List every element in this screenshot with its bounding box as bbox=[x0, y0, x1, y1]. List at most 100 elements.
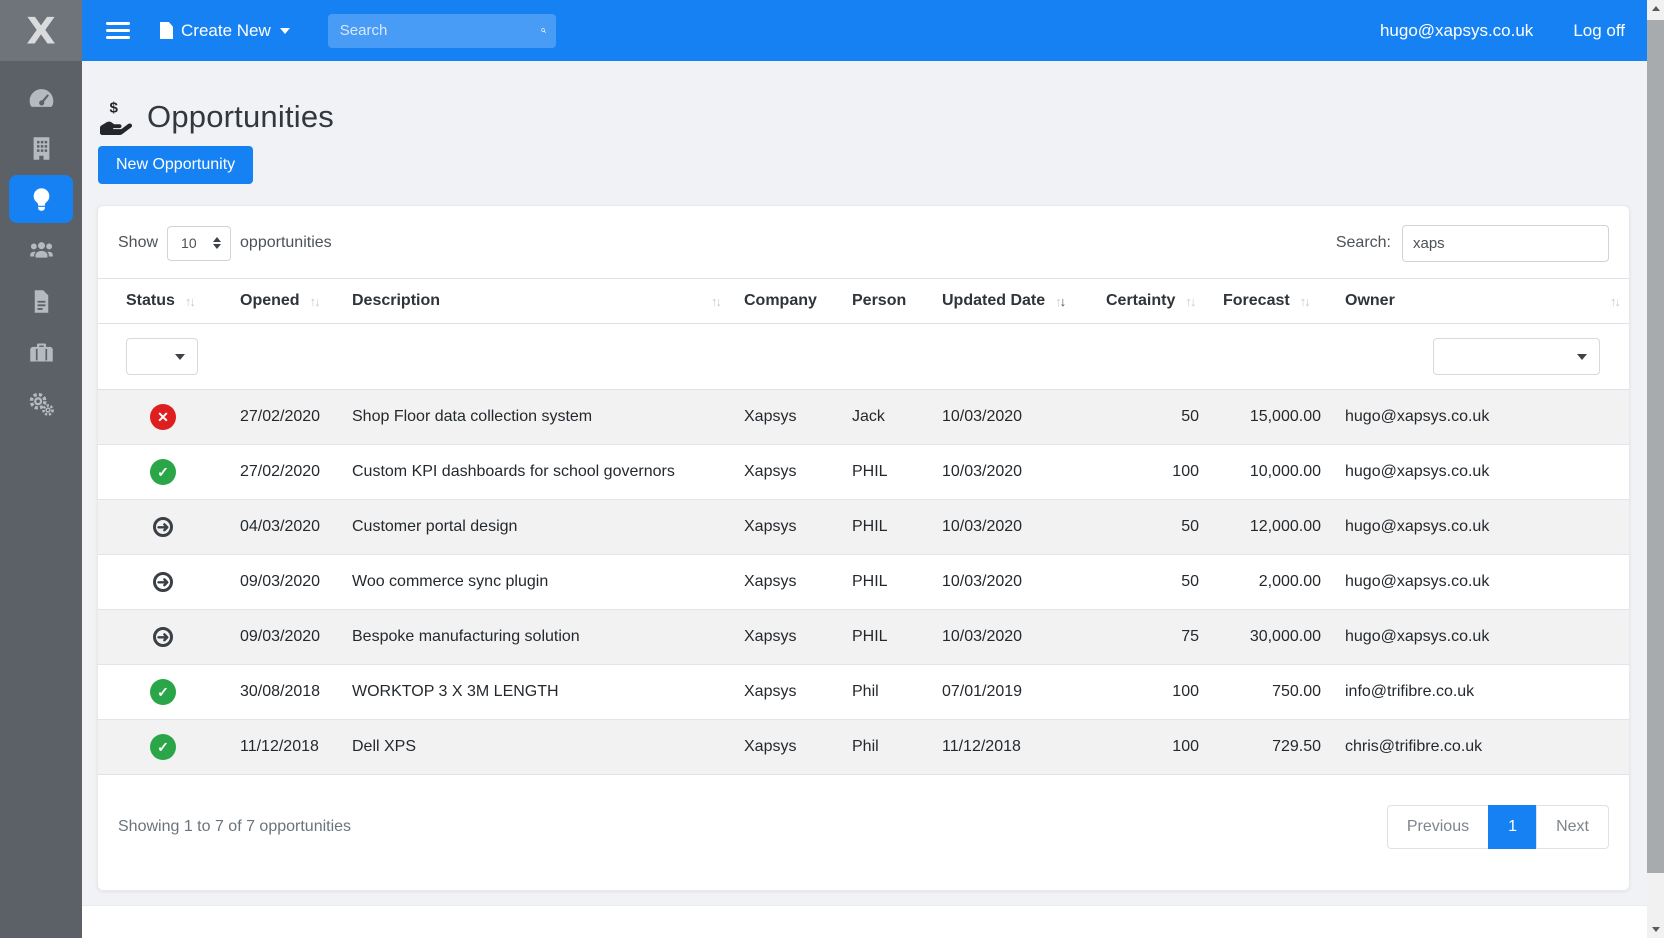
description-cell: Shop Floor data collection system bbox=[340, 390, 732, 445]
description-cell: WORKTOP 3 X 3M LENGTH bbox=[340, 665, 732, 720]
sort-arrows-icon[interactable]: ↑↓ bbox=[185, 294, 194, 309]
create-new-dropdown[interactable]: Create New bbox=[160, 21, 290, 41]
table-row[interactable]: ➜09/03/2020Woo commerce sync pluginXapsy… bbox=[98, 555, 1630, 610]
opened-cell: 09/03/2020 bbox=[228, 555, 340, 610]
sort-arrows-icon[interactable]: ↑↓ bbox=[1300, 294, 1309, 309]
next-page-button[interactable]: Next bbox=[1536, 805, 1609, 849]
forecast-cell: 2,000.00 bbox=[1211, 555, 1333, 610]
page-1-button[interactable]: 1 bbox=[1488, 805, 1537, 849]
results-summary: Showing 1 to 7 of 7 opportunities bbox=[118, 818, 351, 836]
certainty-cell: 75 bbox=[1094, 610, 1211, 665]
column-header-owner[interactable]: Owner↑↓ bbox=[1333, 279, 1630, 324]
sidebar-item-companies[interactable] bbox=[0, 124, 82, 172]
filter-cell bbox=[732, 324, 840, 390]
table-search-input[interactable] bbox=[1402, 225, 1609, 262]
vertical-scrollbar[interactable] bbox=[1647, 0, 1664, 938]
forecast-cell: 10,000.00 bbox=[1211, 445, 1333, 500]
sort-arrows-icon[interactable]: ↑↓ bbox=[1055, 294, 1064, 309]
show-label: Show bbox=[118, 234, 158, 252]
table-row[interactable]: ✓30/08/2018WORKTOP 3 X 3M LENGTHXapsysPh… bbox=[98, 665, 1630, 720]
page-length-select[interactable]: 10 bbox=[167, 226, 231, 261]
table-row[interactable]: ✓11/12/2018Dell XPSXapsysPhil11/12/20181… bbox=[98, 720, 1630, 775]
global-search-box bbox=[328, 14, 556, 48]
sort-arrows-icon[interactable]: ↑↓ bbox=[1610, 294, 1619, 309]
owner-cell: hugo@xapsys.co.uk bbox=[1333, 555, 1630, 610]
status-cell: ✕ bbox=[98, 390, 228, 445]
column-header-updated-date[interactable]: Updated Date↑↓ bbox=[930, 279, 1094, 324]
pagination: Previous 1 Next bbox=[1387, 805, 1609, 849]
column-header-forecast[interactable]: Forecast↑↓ bbox=[1211, 279, 1333, 324]
updated-date-cell: 10/03/2020 bbox=[930, 500, 1094, 555]
dropdown-caret-icon bbox=[175, 354, 185, 360]
opportunities-card: Show 10 opportunities Search: Status↑↓Op… bbox=[97, 205, 1630, 891]
company-cell: Xapsys bbox=[732, 665, 840, 720]
sort-arrows-icon[interactable]: ↑↓ bbox=[711, 294, 720, 309]
arrow-circle-right-icon: ➜ bbox=[153, 572, 173, 592]
sidebar-item-contacts[interactable] bbox=[0, 226, 82, 274]
filter-cell bbox=[1094, 324, 1211, 390]
column-header-certainty[interactable]: Certainty↑↓ bbox=[1094, 279, 1211, 324]
previous-page-button[interactable]: Previous bbox=[1387, 805, 1489, 849]
person-cell: Phil bbox=[840, 665, 930, 720]
status-filter-select[interactable] bbox=[126, 338, 198, 375]
sidebar-item-dashboard[interactable] bbox=[0, 73, 82, 121]
opened-cell: 04/03/2020 bbox=[228, 500, 340, 555]
column-header-opened[interactable]: Opened↑↓ bbox=[228, 279, 340, 324]
new-opportunity-button[interactable]: New Opportunity bbox=[98, 146, 253, 184]
gears-icon bbox=[28, 390, 55, 417]
hand-holding-usd-icon: $ bbox=[97, 99, 139, 135]
description-cell: Custom KPI dashboards for school governo… bbox=[340, 445, 732, 500]
owner-cell: chris@trifibre.co.uk bbox=[1333, 720, 1630, 775]
opened-cell: 27/02/2020 bbox=[228, 390, 340, 445]
arrow-circle-right-icon: ➜ bbox=[153, 517, 173, 537]
table-row[interactable]: ✓27/02/2020Custom KPI dashboards for sch… bbox=[98, 445, 1630, 500]
status-cell: ➜ bbox=[98, 500, 228, 555]
times-circle-icon: ✕ bbox=[150, 404, 176, 430]
document-icon bbox=[160, 22, 173, 39]
sidebar-nav bbox=[0, 61, 82, 938]
dropdown-caret-icon bbox=[1577, 354, 1587, 360]
filter-cell bbox=[1333, 324, 1630, 390]
certainty-cell: 100 bbox=[1094, 665, 1211, 720]
sort-arrows-icon[interactable]: ↑↓ bbox=[310, 294, 319, 309]
show-suffix-label: opportunities bbox=[240, 234, 332, 252]
updated-date-cell: 10/03/2020 bbox=[930, 555, 1094, 610]
log-off-link[interactable]: Log off bbox=[1573, 21, 1625, 41]
sort-arrows-icon[interactable]: ↑↓ bbox=[1185, 294, 1194, 309]
chevron-down-icon bbox=[280, 28, 290, 34]
sidebar-item-opportunities[interactable] bbox=[9, 175, 73, 223]
users-icon bbox=[28, 237, 55, 264]
forecast-cell: 12,000.00 bbox=[1211, 500, 1333, 555]
column-header-status[interactable]: Status↑↓ bbox=[98, 279, 228, 324]
scroll-down-icon[interactable] bbox=[1647, 921, 1664, 938]
user-email[interactable]: hugo@xapsys.co.uk bbox=[1380, 21, 1533, 41]
person-cell: PHIL bbox=[840, 555, 930, 610]
column-header-description[interactable]: Description↑↓ bbox=[340, 279, 732, 324]
briefcase-icon bbox=[28, 339, 55, 366]
scrollbar-thumb[interactable] bbox=[1647, 20, 1664, 873]
sidebar-item-documents[interactable] bbox=[0, 277, 82, 325]
description-cell: Customer portal design bbox=[340, 500, 732, 555]
updated-date-cell: 07/01/2019 bbox=[930, 665, 1094, 720]
check-circle-icon: ✓ bbox=[150, 734, 176, 760]
main-content: $ Opportunities New Opportunity Show 10 … bbox=[82, 61, 1647, 905]
filter-cell bbox=[930, 324, 1094, 390]
brand-x-icon: X bbox=[26, 10, 55, 52]
sidebar-item-settings[interactable] bbox=[0, 379, 82, 427]
app-logo[interactable]: X bbox=[0, 0, 82, 61]
scroll-up-icon[interactable] bbox=[1647, 0, 1664, 17]
table-row[interactable]: ➜09/03/2020Bespoke manufacturing solutio… bbox=[98, 610, 1630, 665]
search-icon[interactable] bbox=[541, 22, 546, 39]
owner-cell: hugo@xapsys.co.uk bbox=[1333, 610, 1630, 665]
certainty-cell: 50 bbox=[1094, 390, 1211, 445]
filter-cell bbox=[98, 324, 228, 390]
owner-filter-select[interactable] bbox=[1433, 338, 1600, 375]
table-row[interactable]: ✕ 27/02/2020Shop Floor data collection sy… bbox=[98, 390, 1630, 445]
filter-cell bbox=[840, 324, 930, 390]
sidebar-item-projects[interactable] bbox=[0, 328, 82, 376]
menu-toggle-icon[interactable] bbox=[106, 18, 130, 43]
global-search-input[interactable] bbox=[338, 21, 541, 40]
person-cell: PHIL bbox=[840, 500, 930, 555]
description-cell: Woo commerce sync plugin bbox=[340, 555, 732, 610]
table-row[interactable]: ➜04/03/2020Customer portal designXapsysP… bbox=[98, 500, 1630, 555]
